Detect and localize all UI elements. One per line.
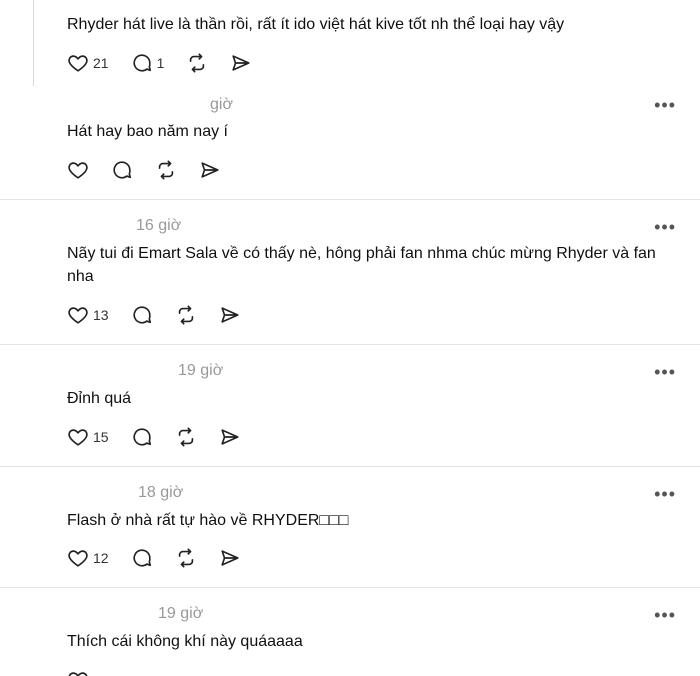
share-icon bbox=[201, 162, 219, 178]
post-divider bbox=[0, 587, 700, 588]
post-text: Đỉnh quá bbox=[67, 390, 132, 407]
post-actions: 12 bbox=[67, 546, 263, 570]
post-timestamp: 19 giờ bbox=[178, 362, 224, 379]
post-text: Rhyder hát live là thần rồi, rất ít ido … bbox=[67, 16, 565, 33]
comment-icon bbox=[113, 161, 132, 179]
like-button[interactable] bbox=[67, 158, 89, 182]
more-options-button[interactable]: ••• bbox=[654, 485, 676, 503]
share-button[interactable] bbox=[219, 425, 241, 449]
post-actions: 15 bbox=[67, 425, 263, 449]
share-icon bbox=[220, 429, 239, 445]
like-button[interactable] bbox=[67, 668, 89, 676]
more-options-button[interactable]: ••• bbox=[654, 96, 676, 114]
share-icon bbox=[220, 307, 239, 323]
reply-button[interactable] bbox=[131, 303, 153, 327]
share-icon bbox=[220, 550, 239, 566]
like-count: 15 bbox=[93, 429, 109, 445]
heart-icon bbox=[68, 672, 88, 676]
repost-icon bbox=[178, 427, 193, 447]
comment-icon bbox=[132, 549, 151, 567]
post-divider bbox=[0, 344, 700, 345]
post-actions bbox=[67, 158, 243, 182]
reply-button[interactable]: 1 bbox=[131, 51, 165, 75]
post-divider bbox=[0, 466, 700, 467]
like-count: 13 bbox=[93, 307, 109, 323]
post-text: Hát hay bao năm nay í bbox=[67, 123, 228, 140]
share-icon bbox=[232, 55, 250, 71]
share-button[interactable] bbox=[219, 303, 241, 327]
repost-icon bbox=[190, 53, 205, 73]
like-count: 12 bbox=[93, 550, 109, 566]
reply-button[interactable] bbox=[131, 546, 153, 570]
comment-icon bbox=[132, 54, 151, 72]
more-options-button[interactable]: ••• bbox=[654, 606, 676, 624]
repost-button[interactable] bbox=[175, 546, 197, 570]
repost-button[interactable] bbox=[186, 51, 208, 75]
more-options-button[interactable]: ••• bbox=[654, 363, 676, 381]
post-timestamp: 18 giờ bbox=[138, 484, 184, 501]
repost-icon bbox=[178, 305, 193, 325]
reply-thread-line bbox=[33, 0, 34, 86]
post-divider bbox=[0, 199, 700, 200]
repost-button[interactable] bbox=[175, 425, 197, 449]
heart-icon bbox=[68, 307, 88, 324]
post-timestamp: giờ bbox=[210, 96, 233, 113]
more-options-button[interactable]: ••• bbox=[654, 218, 676, 236]
post-text: Nãy tui đi Emart Sala về có thấy nè, hôn… bbox=[67, 245, 656, 285]
heart-icon bbox=[68, 550, 88, 567]
comment-icon bbox=[132, 306, 151, 324]
post-timestamp: 16 giờ bbox=[136, 217, 182, 234]
repost-button[interactable] bbox=[155, 158, 177, 182]
like-button[interactable]: 15 bbox=[67, 425, 109, 449]
like-button[interactable]: 12 bbox=[67, 546, 109, 570]
heart-icon bbox=[68, 162, 88, 179]
post-actions: 13 bbox=[67, 303, 263, 327]
heart-icon bbox=[68, 429, 88, 446]
reply-button[interactable] bbox=[131, 425, 153, 449]
post-text: Flash ở nhà rất tự hào về RHYDER□□□ bbox=[67, 512, 349, 529]
like-button[interactable]: 21 bbox=[67, 51, 109, 75]
comment-feed: Rhyder hát live là thần rồi, rất ít ido … bbox=[0, 0, 700, 676]
post-timestamp: 19 giờ bbox=[158, 605, 204, 622]
share-button[interactable] bbox=[230, 51, 252, 75]
repost-button[interactable] bbox=[175, 303, 197, 327]
like-count: 21 bbox=[93, 55, 109, 71]
post-actions bbox=[67, 668, 111, 676]
repost-icon bbox=[178, 548, 193, 568]
comment-icon bbox=[132, 428, 151, 446]
share-button[interactable] bbox=[199, 158, 221, 182]
repost-icon bbox=[158, 160, 174, 180]
post-text: Thích cái không khí này quáaaaa bbox=[67, 633, 303, 650]
share-button[interactable] bbox=[219, 546, 241, 570]
like-button[interactable]: 13 bbox=[67, 303, 109, 327]
post-actions: 21 1 bbox=[67, 51, 274, 75]
heart-icon bbox=[68, 55, 88, 72]
reply-count: 1 bbox=[156, 55, 165, 71]
reply-button[interactable] bbox=[111, 158, 133, 182]
